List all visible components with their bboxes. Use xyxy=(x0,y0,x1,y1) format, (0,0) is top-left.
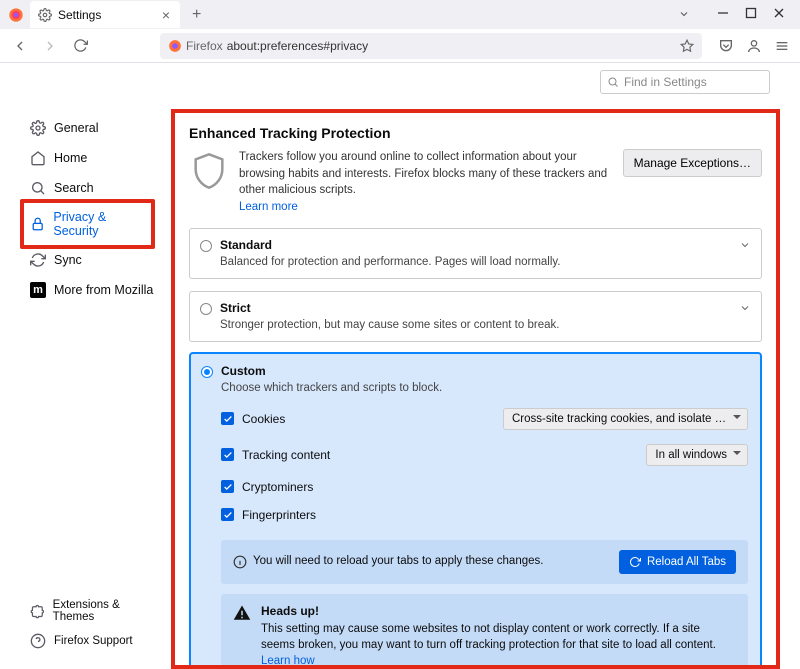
reload-all-tabs-button[interactable]: Reload All Tabs xyxy=(619,550,736,574)
sidebar-item-sync[interactable]: Sync xyxy=(0,245,155,275)
sidebar-item-support[interactable]: Firefox Support xyxy=(0,628,155,654)
sidebar-item-home[interactable]: Home xyxy=(0,143,155,173)
checkbox-label: Fingerprinters xyxy=(242,508,316,522)
sidebar-label: More from Mozilla xyxy=(54,283,153,297)
help-icon xyxy=(30,633,46,649)
puzzle-icon xyxy=(30,603,45,619)
checkbox-fingerprinters[interactable] xyxy=(221,508,234,521)
checkbox-cryptominers[interactable] xyxy=(221,480,234,493)
sidebar-item-extensions[interactable]: Extensions & Themes xyxy=(0,594,155,628)
etp-heading: Enhanced Tracking Protection xyxy=(189,125,762,141)
radio-strict[interactable] xyxy=(200,303,212,315)
checkbox-cookies[interactable] xyxy=(221,412,234,425)
checkbox-label: Tracking content xyxy=(242,448,330,462)
forward-button[interactable] xyxy=(40,36,60,56)
firefox-icon xyxy=(168,39,182,53)
checkbox-label: Cryptominers xyxy=(242,480,313,494)
app-menu-icon[interactable] xyxy=(774,38,790,54)
sidebar-label: Search xyxy=(54,181,94,195)
sidebar-label: Firefox Support xyxy=(54,635,133,647)
option-standard[interactable]: Standard Balanced for protection and per… xyxy=(189,228,762,279)
warning-icon xyxy=(233,604,251,622)
row-fingerprinters: Fingerprinters xyxy=(221,508,748,522)
mozilla-icon: m xyxy=(30,282,46,298)
notice-text: You will need to reload your tabs to app… xyxy=(253,555,543,567)
search-icon xyxy=(607,76,619,88)
heads-up-warning: Heads up! This setting may cause some we… xyxy=(221,594,748,669)
option-strict[interactable]: Strict Stronger protection, but may caus… xyxy=(189,291,762,342)
option-title: Standard xyxy=(220,238,749,252)
sidebar-label: General xyxy=(54,121,98,135)
save-pocket-icon[interactable] xyxy=(718,38,734,54)
find-placeholder: Find in Settings xyxy=(624,75,707,89)
option-subtitle: Stronger protection, but may cause some … xyxy=(220,319,749,331)
lock-icon xyxy=(30,216,45,232)
url-path: about:preferences#privacy xyxy=(227,39,680,53)
sidebar-item-general[interactable]: General xyxy=(0,113,155,143)
settings-content: Find in Settings Enhanced Tracking Prote… xyxy=(155,63,800,662)
etp-description: Trackers follow you around online to col… xyxy=(239,149,613,216)
back-button[interactable] xyxy=(10,36,30,56)
reload-notice: You will need to reload your tabs to app… xyxy=(221,540,748,584)
find-in-settings-input[interactable]: Find in Settings xyxy=(600,70,770,94)
tab-title: Settings xyxy=(58,8,101,22)
sidebar-label: Sync xyxy=(54,253,82,267)
bookmark-star-icon[interactable] xyxy=(680,39,694,53)
checkbox-label: Cookies xyxy=(242,412,285,426)
manage-exceptions-button[interactable]: Manage Exceptions… xyxy=(623,149,762,177)
sidebar-bottom: Extensions & Themes Firefox Support xyxy=(0,594,155,654)
sync-icon xyxy=(30,252,46,268)
page-body: General Home Search Privacy & Security S… xyxy=(0,63,800,662)
checkbox-tracking[interactable] xyxy=(221,448,234,461)
browser-tab[interactable]: Settings × xyxy=(30,1,180,28)
radio-standard[interactable] xyxy=(200,240,212,252)
new-tab-button[interactable]: + xyxy=(186,6,207,24)
url-toolbar: Firefox about:preferences#privacy xyxy=(0,29,800,63)
tracking-dropdown[interactable]: In all windows xyxy=(646,444,748,466)
gear-icon xyxy=(30,120,46,136)
highlighted-section: Enhanced Tracking Protection Trackers fo… xyxy=(171,109,780,669)
home-icon xyxy=(30,150,46,166)
row-cookies: Cookies Cross-site tracking cookies, and… xyxy=(221,408,748,430)
sidebar-item-more-mozilla[interactable]: m More from Mozilla xyxy=(0,275,155,305)
address-bar[interactable]: Firefox about:preferences#privacy xyxy=(160,33,702,59)
option-title: Custom xyxy=(221,364,748,378)
settings-sidebar: General Home Search Privacy & Security S… xyxy=(0,63,155,662)
titlebar: Settings × + xyxy=(0,0,800,29)
firefox-logo-icon xyxy=(8,7,24,23)
chevron-down-icon[interactable] xyxy=(739,302,751,314)
row-tracking-content: Tracking content In all windows xyxy=(221,444,748,466)
chevron-down-icon[interactable] xyxy=(739,239,751,251)
reload-icon xyxy=(629,556,641,568)
minimize-button[interactable] xyxy=(716,6,730,20)
search-icon xyxy=(30,180,46,196)
tab-close-icon[interactable]: × xyxy=(160,7,172,23)
maximize-button[interactable] xyxy=(744,6,758,20)
sidebar-label: Privacy & Security xyxy=(53,210,151,238)
sidebar-item-privacy[interactable]: Privacy & Security xyxy=(20,199,155,249)
url-prefix: Firefox xyxy=(186,39,223,53)
option-custom[interactable]: Custom Choose which trackers and scripts… xyxy=(189,352,762,669)
sidebar-label: Extensions & Themes xyxy=(53,599,155,623)
tabs-dropdown-icon[interactable] xyxy=(678,8,690,20)
sidebar-label: Home xyxy=(54,151,87,165)
gear-icon xyxy=(38,8,52,22)
warning-title: Heads up! xyxy=(261,604,736,618)
close-window-button[interactable] xyxy=(772,6,786,20)
cookies-dropdown[interactable]: Cross-site tracking cookies, and isolate… xyxy=(503,408,748,430)
learn-more-link[interactable]: Learn more xyxy=(239,201,298,213)
window-controls xyxy=(716,0,800,20)
shield-icon xyxy=(189,151,229,191)
option-subtitle: Balanced for protection and performance.… xyxy=(220,256,749,268)
account-icon[interactable] xyxy=(746,38,762,54)
toolbar-right xyxy=(718,38,790,54)
row-cryptominers: Cryptominers xyxy=(221,480,748,494)
option-title: Strict xyxy=(220,301,749,315)
option-subtitle: Choose which trackers and scripts to blo… xyxy=(221,382,748,394)
info-icon xyxy=(233,555,247,569)
radio-custom[interactable] xyxy=(201,366,213,378)
learn-how-link[interactable]: Learn how xyxy=(261,655,315,667)
reload-button[interactable] xyxy=(70,36,90,56)
